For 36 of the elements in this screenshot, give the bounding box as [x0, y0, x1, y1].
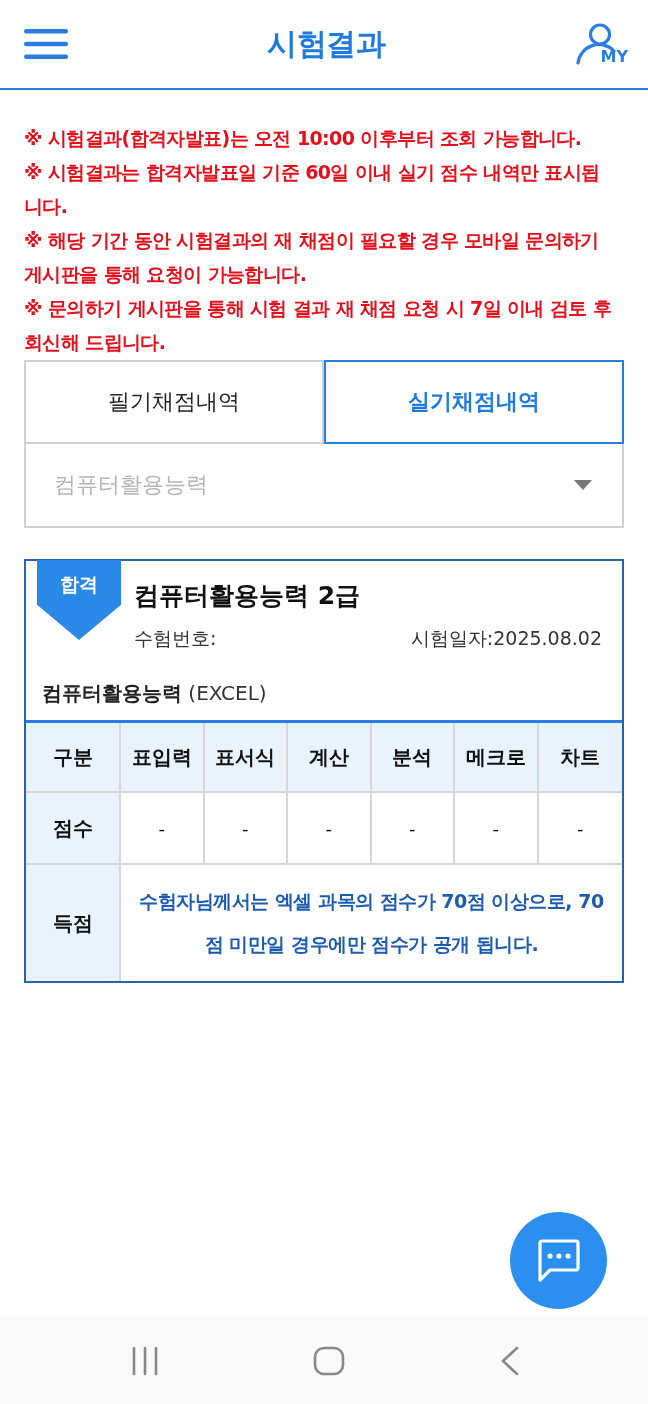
column-header: 표입력: [121, 723, 205, 793]
score-cell: -: [121, 793, 205, 865]
page-title: 시험결과: [267, 24, 385, 63]
column-header: 분석: [371, 723, 455, 793]
exam-number-label: 수험번호:: [134, 626, 217, 651]
row-header: 득점: [26, 865, 121, 981]
caret-icon: [574, 480, 592, 490]
my-page-button[interactable]: MY: [576, 23, 628, 65]
home-icon[interactable]: [313, 1345, 345, 1376]
notice-text: ※ 문의하기 게시판을 통해 시험 결과 재 채점 요청 시 7일 이내 검토 후 회신해 드립니다.: [24, 296, 613, 355]
menu-button[interactable]: [24, 28, 68, 60]
score-cell: -: [288, 793, 372, 865]
chat-icon: [535, 1237, 582, 1284]
column-header: 메크로: [455, 723, 539, 793]
recent-apps-icon[interactable]: [132, 1345, 158, 1376]
notice-text: ※ 시험결과(합격자발표)는 오전 10:00 이후부터 조회 가능합니다.: [24, 126, 583, 151]
notice-text: ※ 해당 기간 동안 시험결과의 재 채점이 필요할 경우 모바일 문의하기 게시판을 통해 요청이 가능합니다.: [24, 228, 600, 287]
exam-date: 시험일자:2025.08.02: [410, 626, 602, 651]
exam-title: 컴퓨터활용능력 2급: [134, 580, 362, 612]
menu-icon: [24, 28, 68, 60]
tab[interactable]: 필기채점내역: [24, 360, 324, 444]
column-header: 계산: [288, 723, 372, 793]
column-header: 차트: [538, 723, 622, 793]
column-header: 구분: [26, 723, 121, 793]
row-header: 점수: [26, 793, 121, 865]
column-header: 표서식: [204, 723, 288, 793]
score-cell: -: [455, 793, 539, 865]
tab[interactable]: 실기채점내역: [324, 360, 624, 444]
subject-text: 컴퓨터활용능력 (EXCEL): [41, 680, 268, 707]
select-placeholder: 컴퓨터활용능력: [54, 471, 208, 499]
notice-text: ※ 시험결과는 합격자발표일 기준 60일 이내 실기 점수 내역만 표시됩니다.: [24, 160, 601, 219]
status-ribbon: 합격: [37, 560, 121, 640]
score-cell: -: [204, 793, 288, 865]
back-icon[interactable]: [500, 1345, 520, 1376]
score-note: 수험자님께서는 엑셀 과목의 점수가 70점 이상으로, 70점 미만일 경우에만 점수가 공개 됩니다.: [138, 889, 605, 957]
score-cell: -: [371, 793, 455, 865]
